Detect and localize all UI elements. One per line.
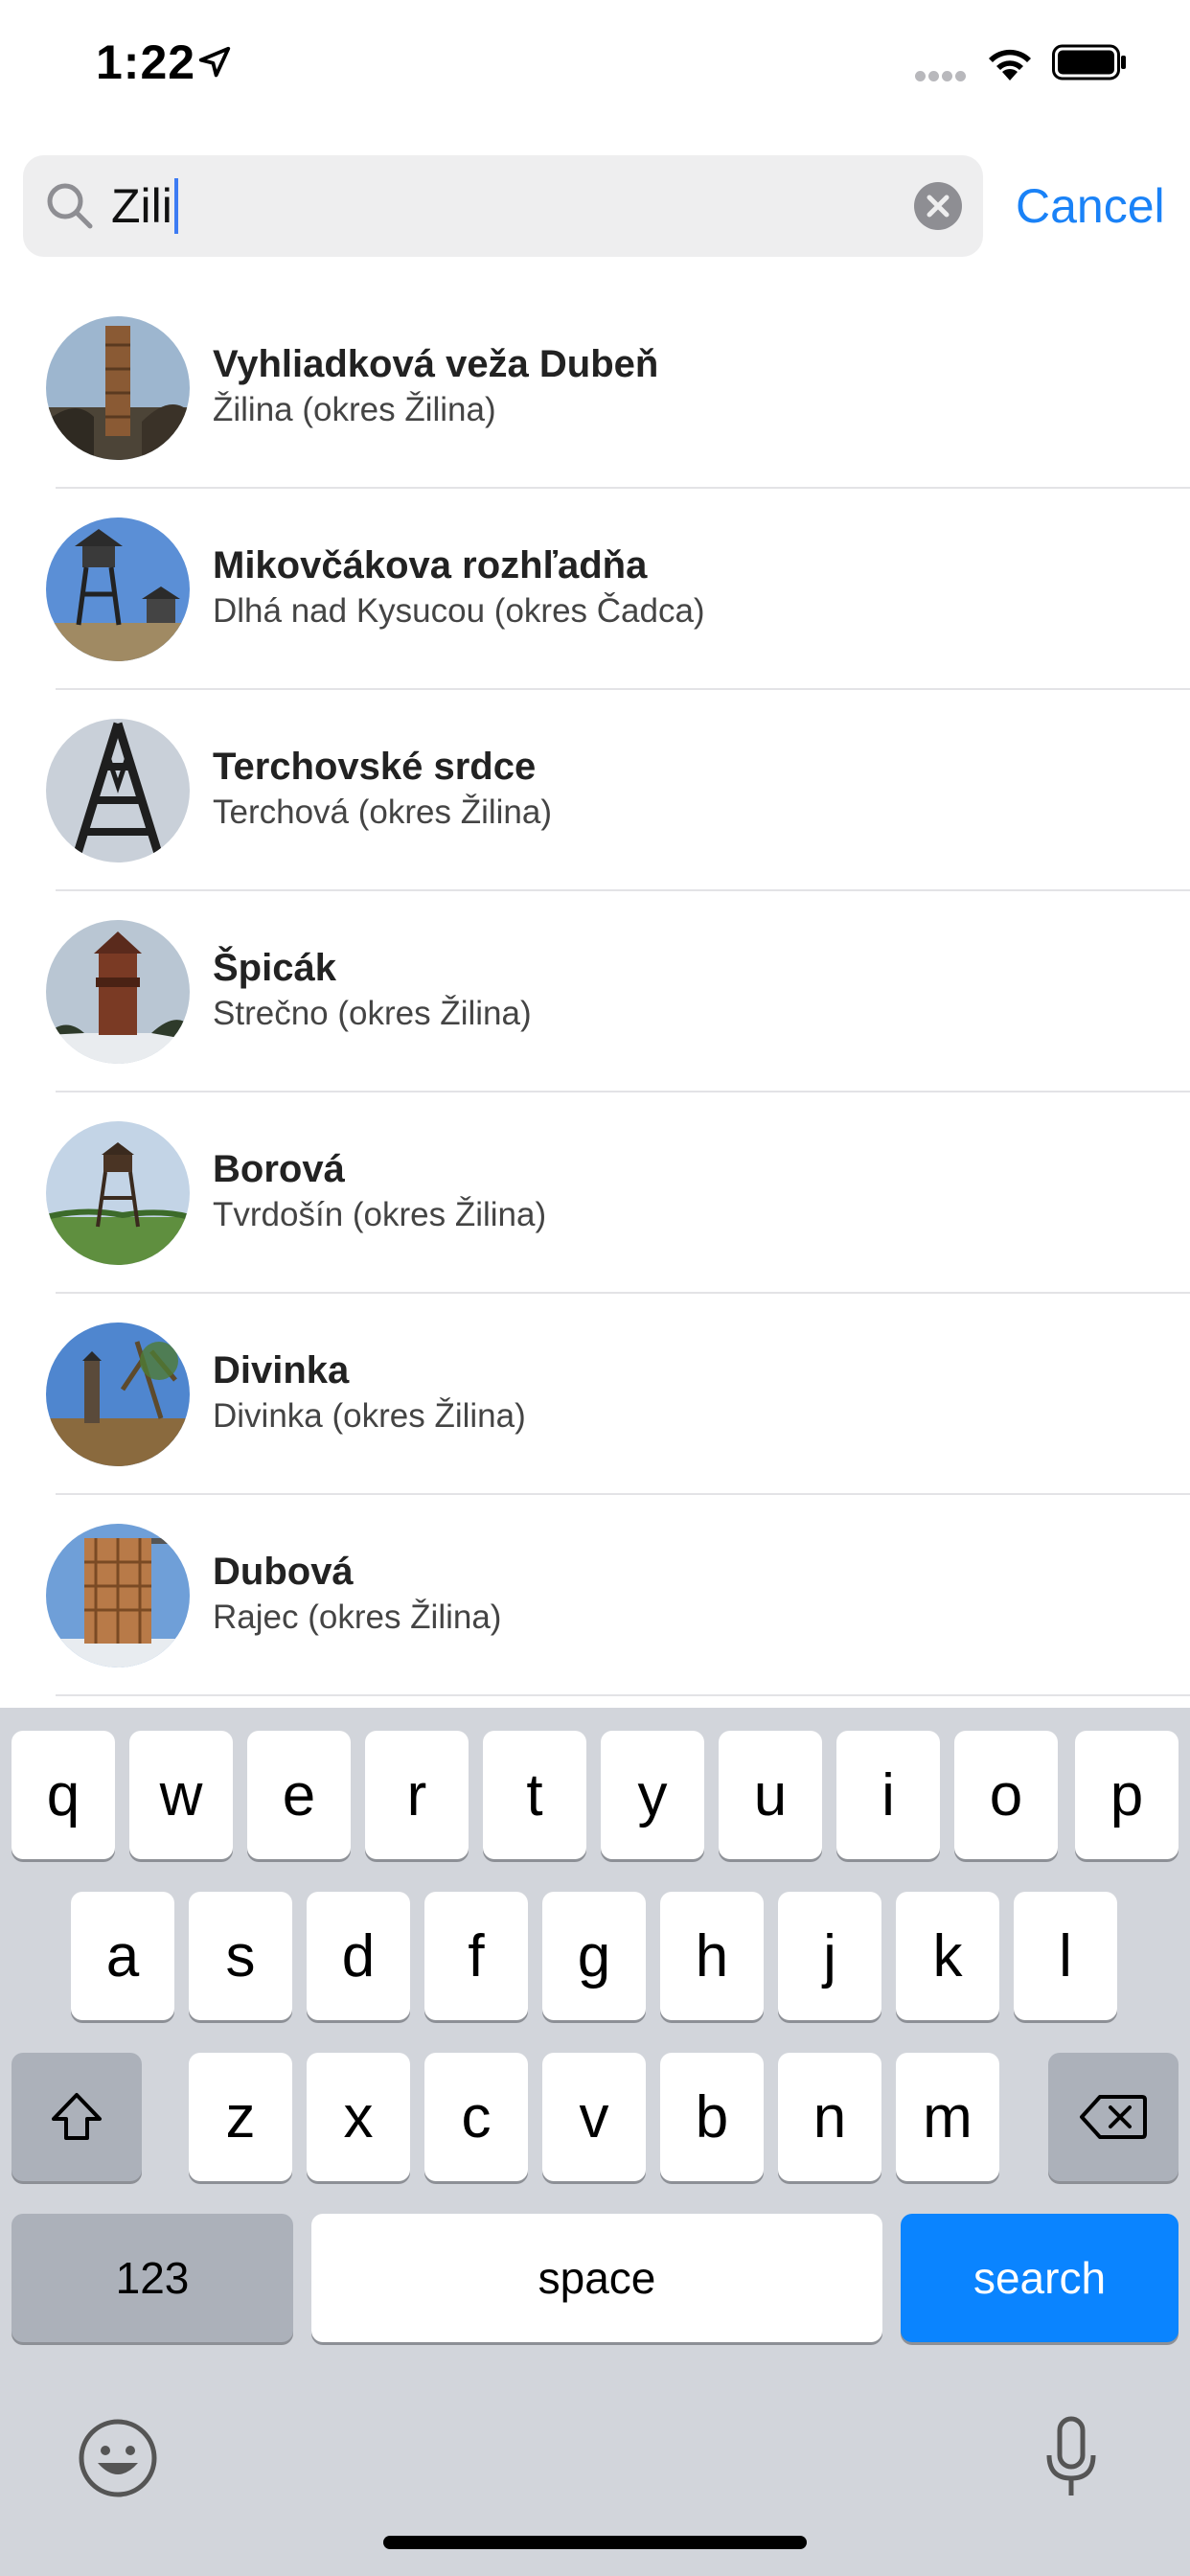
key-g[interactable]: g (542, 1892, 646, 2020)
key-y[interactable]: y (601, 1731, 704, 1859)
status-bar: 1:22 (0, 0, 1190, 134)
clear-text-icon[interactable] (912, 180, 964, 232)
list-item[interactable]: Terchovské srdce Terchová (okres Žilina) (0, 690, 1190, 891)
result-subtitle: Žilina (okres Žilina) (213, 391, 496, 428)
result-title: Vyhliadková veža Dubeň (213, 343, 659, 385)
tower-thumbnail (46, 719, 190, 862)
key-d[interactable]: d (307, 1892, 410, 2020)
search-input[interactable]: Zili (111, 172, 178, 240)
location-arrow-icon (198, 46, 231, 78)
cellular-signal-icon (915, 69, 969, 86)
key-r[interactable]: r (365, 1731, 469, 1859)
key-a[interactable]: a (71, 1892, 174, 2020)
key-n[interactable]: n (778, 2053, 881, 2181)
key-p[interactable]: p (1075, 1731, 1179, 1859)
key-z[interactable]: z (189, 2053, 292, 2181)
battery-icon (1052, 44, 1126, 80)
divider (56, 1694, 1190, 1696)
search-results-list: Vyhliadková veža Dubeň Žilina (okres Žil… (0, 288, 1190, 1696)
result-title: Dubová (213, 1551, 354, 1593)
tower-thumbnail (46, 316, 190, 460)
shift-arrow-icon (52, 2093, 102, 2140)
list-item[interactable]: Divinka Divinka (okres Žilina) (0, 1294, 1190, 1495)
numbers-key[interactable]: 123 (11, 2214, 293, 2342)
key-e[interactable]: e (247, 1731, 351, 1859)
keyboard: q w e r t y u i o p a s d f g h j k l z … (0, 1708, 1190, 2576)
list-item[interactable]: Borová Tvrdošín (okres Žilina) (0, 1092, 1190, 1294)
emoji-icon[interactable] (77, 2417, 159, 2499)
result-title: Divinka (213, 1349, 350, 1392)
key-c[interactable]: c (424, 2053, 528, 2181)
result-subtitle: Terchová (okres Žilina) (213, 794, 552, 831)
list-item[interactable]: Vyhliadková veža Dubeň Žilina (okres Žil… (0, 288, 1190, 489)
key-w[interactable]: w (129, 1731, 233, 1859)
tower-thumbnail (46, 1121, 190, 1265)
result-title: Mikovčákova rozhľadňa (213, 544, 648, 586)
search-input-text: Zili (111, 179, 172, 233)
backspace-icon (1080, 2095, 1147, 2139)
key-m[interactable]: m (896, 2053, 999, 2181)
tower-thumbnail (46, 518, 190, 661)
search-bar[interactable]: Zili (23, 155, 983, 257)
key-q[interactable]: q (11, 1731, 115, 1859)
result-subtitle: Strečno (okres Žilina) (213, 995, 532, 1032)
list-item[interactable]: Dubová Rajec (okres Žilina) (0, 1495, 1190, 1696)
key-i[interactable]: i (836, 1731, 940, 1859)
key-s[interactable]: s (189, 1892, 292, 2020)
key-f[interactable]: f (424, 1892, 528, 2020)
home-indicator[interactable] (383, 2536, 807, 2549)
result-subtitle: Divinka (okres Žilina) (213, 1397, 526, 1435)
text-cursor (173, 178, 178, 234)
list-item[interactable]: Mikovčákova rozhľadňa Dlhá nad Kysucou (… (0, 489, 1190, 690)
tower-thumbnail (46, 1322, 190, 1466)
delete-key[interactable] (1048, 2053, 1179, 2181)
result-subtitle: Tvrdošín (okres Žilina) (213, 1196, 547, 1233)
key-x[interactable]: x (307, 2053, 410, 2181)
result-title: Borová (213, 1148, 345, 1190)
microphone-icon[interactable] (1044, 2415, 1098, 2501)
key-k[interactable]: k (896, 1892, 999, 2020)
result-title: Špicák (213, 947, 336, 989)
search-key[interactable]: search (901, 2214, 1179, 2342)
status-time: 1:22 (96, 35, 196, 89)
search-icon (47, 183, 93, 229)
key-v[interactable]: v (542, 2053, 646, 2181)
list-item[interactable]: Špicák Strečno (okres Žilina) (0, 891, 1190, 1092)
key-h[interactable]: h (660, 1892, 764, 2020)
result-subtitle: Dlhá nad Kysucou (okres Čadca) (213, 592, 705, 630)
cancel-button[interactable]: Cancel (1016, 172, 1165, 240)
key-t[interactable]: t (483, 1731, 586, 1859)
shift-key[interactable] (11, 2053, 142, 2181)
key-j[interactable]: j (778, 1892, 881, 2020)
wifi-icon (989, 49, 1031, 80)
result-subtitle: Rajec (okres Žilina) (213, 1598, 502, 1636)
key-l[interactable]: l (1014, 1892, 1117, 2020)
tower-thumbnail (46, 1524, 190, 1668)
tower-thumbnail (46, 920, 190, 1064)
key-b[interactable]: b (660, 2053, 764, 2181)
space-key[interactable]: space (311, 2214, 882, 2342)
key-o[interactable]: o (954, 1731, 1058, 1859)
result-title: Terchovské srdce (213, 746, 537, 788)
key-u[interactable]: u (719, 1731, 822, 1859)
